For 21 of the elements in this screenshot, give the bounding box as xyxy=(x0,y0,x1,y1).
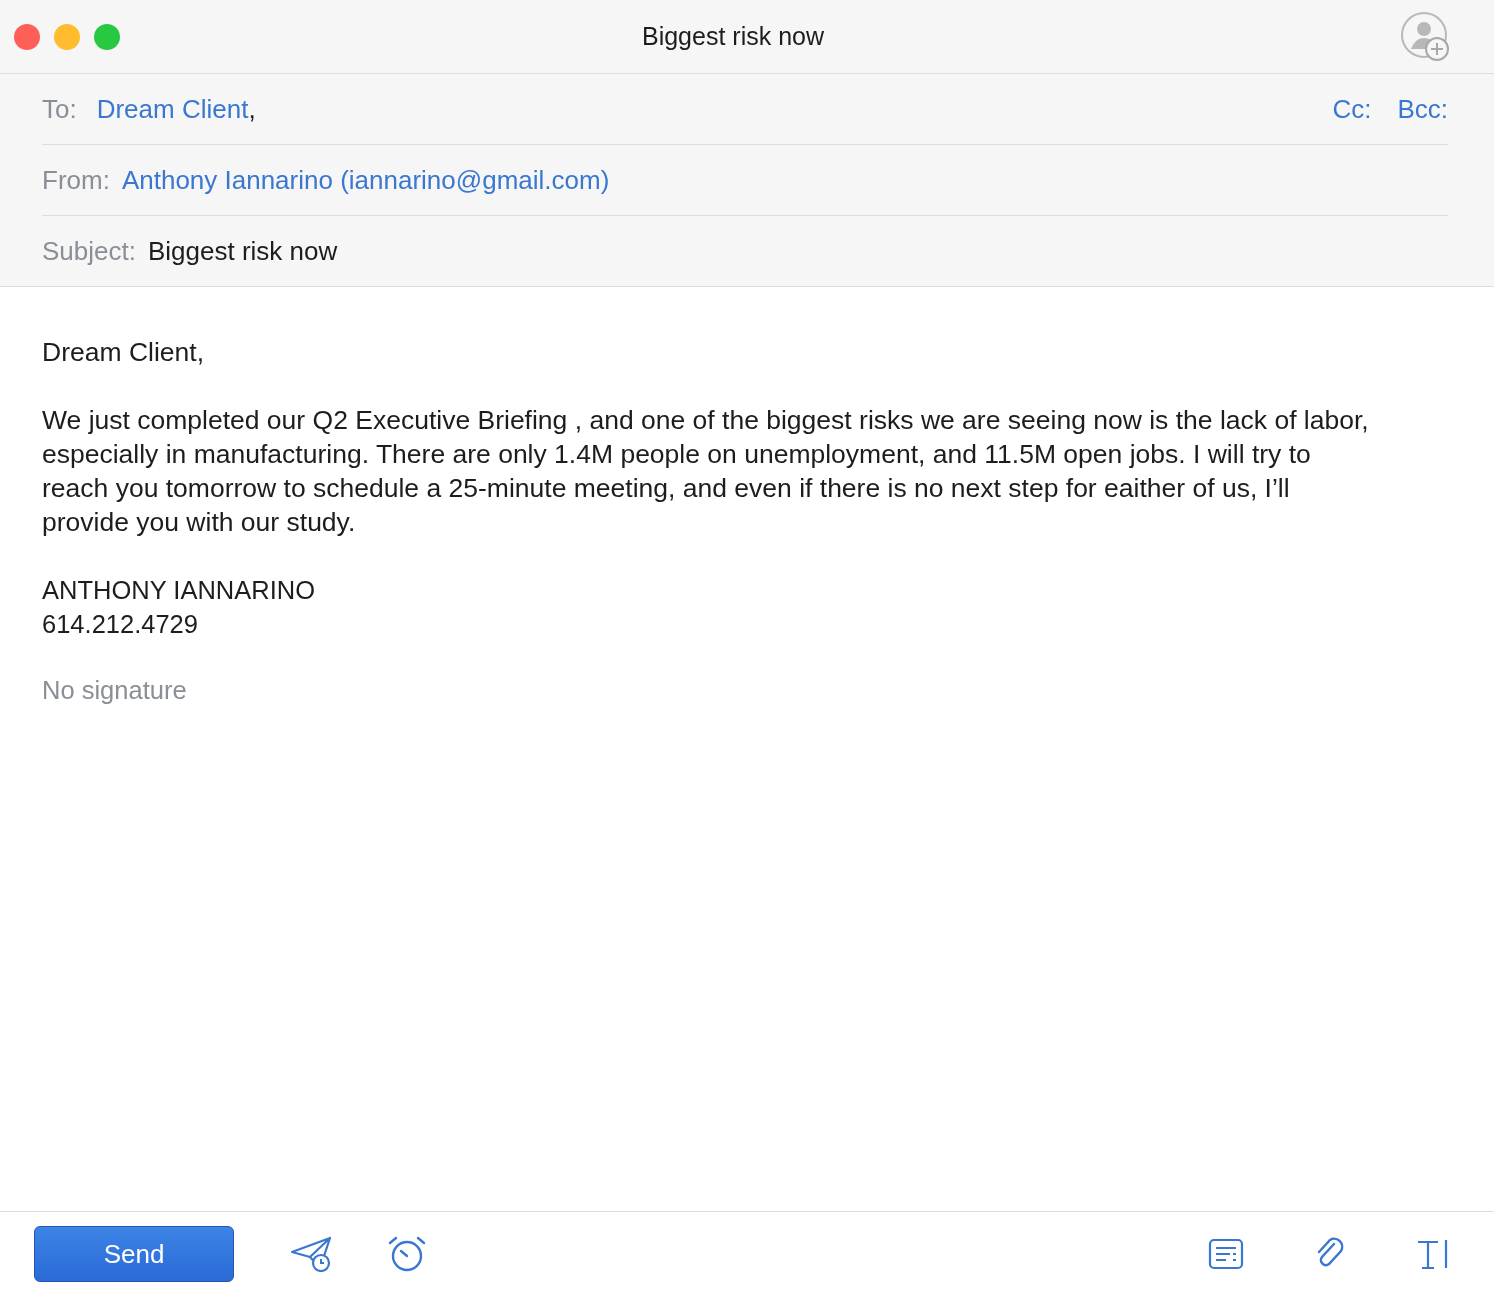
field-label: Subject: xyxy=(42,235,136,267)
send-button[interactable]: Send xyxy=(34,1226,234,1282)
cc-link[interactable]: Cc: xyxy=(1332,93,1372,125)
text-format-icon[interactable] xyxy=(1416,1238,1450,1270)
field-label: To: xyxy=(42,93,77,125)
window-title: Biggest risk now xyxy=(641,22,825,51)
close-button[interactable] xyxy=(14,23,40,50)
field-label: From: xyxy=(42,164,110,196)
separator: , xyxy=(248,93,256,125)
signature-line: 614.212.4729 xyxy=(42,609,199,640)
send-later-icon[interactable] xyxy=(290,1236,334,1272)
message-paragraph: We just completed our Q2 Executive Briefing , and one of the biggest risks we are seeing now is the lack of labor, especially in manufacturing. There are only 1.4M people on unemployment, and 11.5M open jobs. I will try to reach you tomorrow to schedule a 25-minute meeting, and even if there is no next step for eaither of us, I’ll provide you with our study. xyxy=(42,405,1369,537)
bcc-link[interactable]: Bcc: xyxy=(1397,93,1448,125)
recipient-token[interactable]: Dream Client xyxy=(96,93,249,125)
subject-field[interactable]: Biggest risk now xyxy=(147,235,338,267)
signature-field[interactable]: No signature xyxy=(42,673,1464,707)
from-field[interactable]: Anthony Iannarino (iannarino@gmail.com) xyxy=(121,164,610,196)
signature-line: ANTHONY IANNARINO xyxy=(42,575,316,606)
greeting: Dream Client, xyxy=(42,336,205,369)
header-fields-icon[interactable] xyxy=(1208,1238,1244,1270)
alarm-clock-icon[interactable] xyxy=(388,1235,426,1273)
